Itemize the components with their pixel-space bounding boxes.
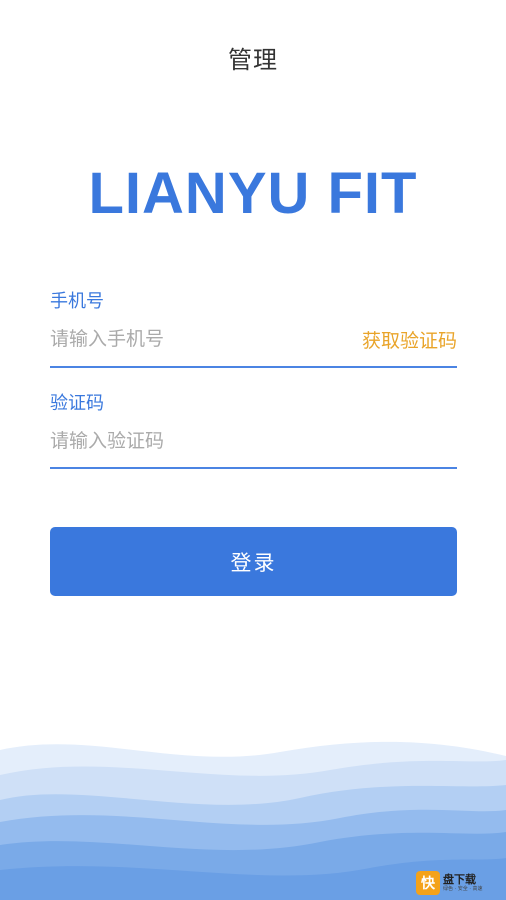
brand-logo-text: LIANYU FIT [88, 161, 418, 226]
page-title: 管理 [228, 46, 278, 74]
watermark-main-text: 盘下载 [443, 873, 476, 886]
watermark: 快 盘下载 绿色 · 安全 · 高速 [416, 870, 502, 896]
watermark-sub-text: 绿色 · 安全 · 高速 [443, 886, 483, 892]
get-code-button[interactable]: 获取验证码 [362, 326, 457, 353]
phone-underline [50, 366, 457, 368]
login-button[interactable]: 登录 [50, 527, 457, 596]
code-underline [50, 467, 457, 469]
phone-input[interactable] [50, 322, 350, 356]
code-label: 验证码 [50, 393, 104, 414]
phone-label: 手机号 [50, 291, 104, 312]
code-input[interactable] [50, 424, 350, 458]
watermark-logo-icon: 快 [416, 871, 440, 895]
